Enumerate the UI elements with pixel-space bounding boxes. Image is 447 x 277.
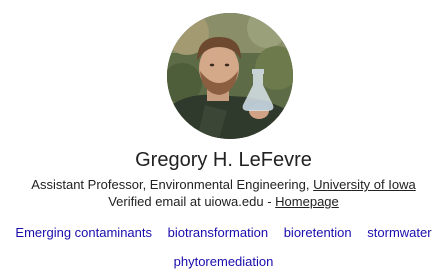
interest-phytoremediation[interactable]: phytoremediation [174,254,274,269]
verified-email-text: Verified email at uiowa.edu - [108,194,276,209]
affiliation-text: Assistant Professor, Environmental Engin… [31,177,314,192]
interest-stormwater[interactable]: stormwater [367,225,431,240]
verified-email-line: Verified email at uiowa.edu - Homepage [0,194,447,210]
scholar-profile-card: Gregory H. LeFevre Assistant Professor, … [0,0,447,277]
institution-link[interactable]: University of Iowa [313,177,416,192]
affiliation-line: Assistant Professor, Environmental Engin… [0,177,447,193]
interest-emerging-contaminants[interactable]: Emerging contaminants [15,225,152,240]
research-interests-row-2: phytoremediation [0,254,447,270]
homepage-link[interactable]: Homepage [275,194,339,209]
interest-biotransformation[interactable]: biotransformation [168,225,268,240]
research-interests: Emerging contaminants biotransformation … [0,225,447,241]
profile-name: Gregory H. LeFevre [135,149,312,171]
profile-photo [167,13,293,139]
interest-bioretention[interactable]: bioretention [284,225,352,240]
